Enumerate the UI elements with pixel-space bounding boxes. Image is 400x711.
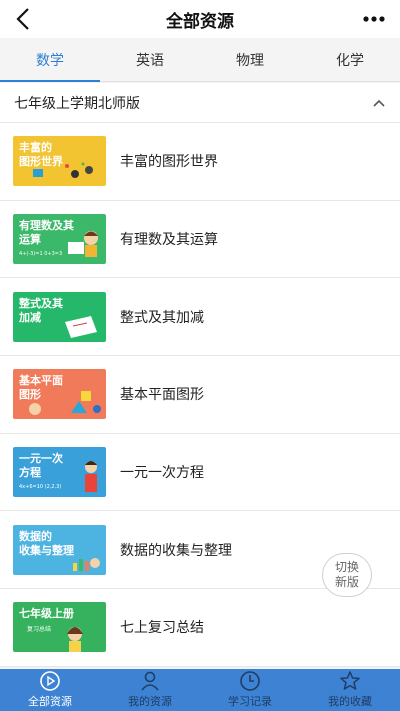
list-item[interactable]: 丰富的 图形世界 丰富的图形世界 — [0, 123, 400, 201]
student-icon — [68, 231, 98, 258]
list-item[interactable]: 基本平面 图形 基本平面图形 — [0, 356, 400, 434]
more-icon[interactable] — [362, 10, 386, 28]
tab-chemistry[interactable]: 化学 — [300, 38, 400, 81]
tab-english[interactable]: 英语 — [100, 38, 200, 81]
chapter-thumbnail: 整式及其 加减 — [13, 291, 106, 342]
bottom-nav: 全部资源 我的资源 学习记录 我的收藏 — [0, 669, 400, 711]
chapter-name: 整式及其加减 — [120, 309, 204, 326]
chapter-thumbnail: 一元一次 方程 4x+6=10 (2,2,3) — [13, 447, 106, 498]
nav-my-resources[interactable]: 我的资源 — [100, 669, 200, 711]
switch-version-label-2: 新版 — [334, 575, 359, 589]
student-girl-icon — [67, 627, 83, 653]
chapter-name: 丰富的图形世界 — [120, 154, 218, 171]
chapter-thumbnail: 七年级上册 复习总结 — [13, 602, 106, 653]
nav-label: 我的资源 — [128, 695, 172, 708]
notebook-icon — [65, 315, 97, 338]
chapter-thumbnail: 基本平面 图形 — [13, 369, 106, 420]
chapter-name: 有理数及其运算 — [120, 232, 218, 249]
switch-version-label-1: 切换 — [334, 560, 359, 574]
bar-chart-icon — [73, 557, 100, 571]
chapter-thumbnail: 数据的 收集与整理 — [13, 524, 106, 575]
star-icon — [340, 671, 360, 690]
clock-icon — [240, 671, 260, 691]
nav-all-resources[interactable]: 全部资源 — [0, 669, 100, 711]
chapter-name: 基本平面图形 — [120, 387, 204, 404]
list-item[interactable]: 七年级上册 复习总结 七上复习总结 — [0, 589, 400, 667]
chapter-name: 一元一次方程 — [120, 465, 204, 482]
nav-my-favorites[interactable]: 我的收藏 — [300, 669, 400, 711]
grade-section-header[interactable]: 七年级上学期北师版 — [0, 83, 400, 123]
chevron-up-icon — [373, 99, 385, 107]
back-arrow-icon[interactable] — [10, 5, 38, 33]
chapter-thumbnail: 丰富的 图形世界 — [13, 136, 106, 187]
chapter-name: 七上复习总结 — [120, 620, 204, 637]
subject-tabs: 数学 英语 物理 化学 — [0, 38, 400, 82]
nav-study-records[interactable]: 学习记录 — [200, 669, 300, 711]
grade-section-label: 七年级上学期北师版 — [14, 95, 140, 112]
top-bar: 全部资源 — [0, 0, 400, 38]
app: 全部资源 数学 英语 物理 化学 七年级上学期北师版 丰富的 图形世界 丰富的图… — [0, 0, 400, 711]
chapter-thumbnail: 有理数及其 运算 4+(-3)=1 0+3=3 — [13, 214, 106, 265]
list-item[interactable]: 一元一次 方程 4x+6=10 (2,2,3) 一元一次方程 — [0, 434, 400, 512]
shapes-icon — [33, 162, 93, 179]
switch-version-button[interactable]: 切换 新版 — [322, 553, 372, 597]
play-circle-icon — [40, 671, 60, 691]
geometry-icon — [29, 391, 101, 416]
tab-physics[interactable]: 物理 — [200, 38, 300, 81]
tab-math[interactable]: 数学 — [0, 38, 100, 82]
nav-label: 我的收藏 — [328, 695, 372, 708]
nav-label: 学习记录 — [228, 695, 272, 708]
list-item[interactable]: 整式及其 加减 整式及其加减 — [0, 278, 400, 357]
teacher-icon — [85, 461, 97, 493]
page-title: 全部资源 — [166, 11, 234, 32]
chapter-name: 数据的收集与整理 — [120, 542, 232, 559]
nav-label: 全部资源 — [28, 695, 72, 708]
user-icon — [141, 671, 159, 691]
list-item[interactable]: 有理数及其 运算 4+(-3)=1 0+3=3 有理数及其运算 — [0, 201, 400, 279]
